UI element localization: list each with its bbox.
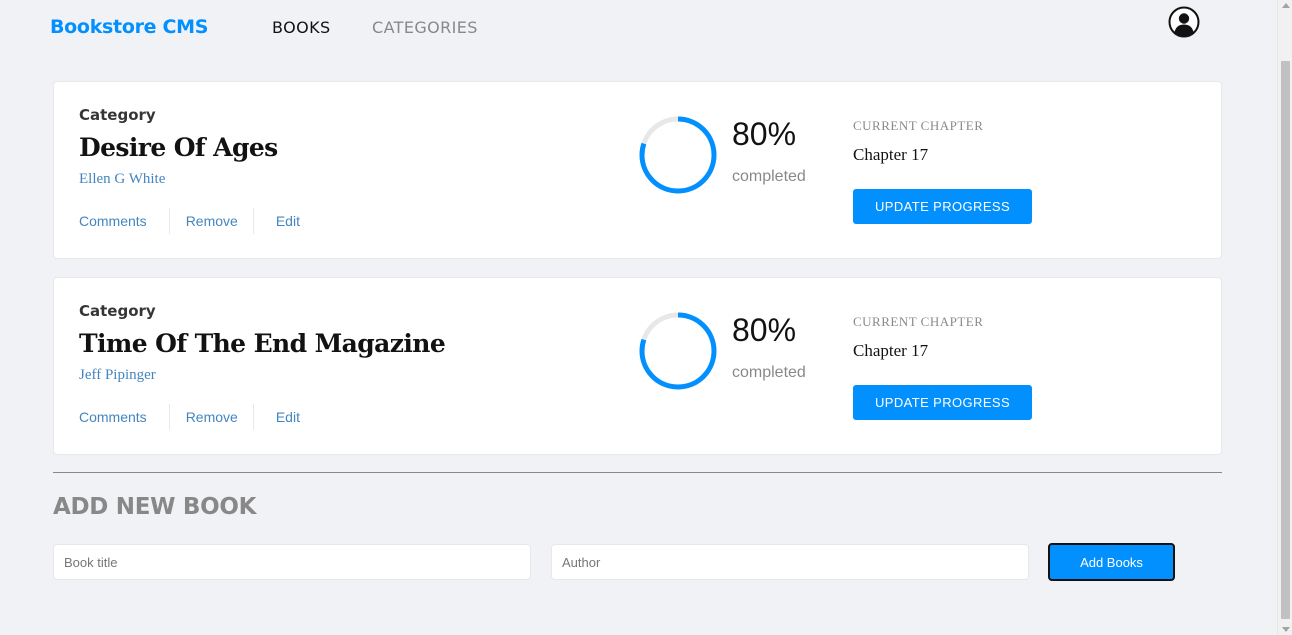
add-book-heading: ADD NEW BOOK xyxy=(53,494,257,520)
book-card: Category Time Of The End Magazine Jeff P… xyxy=(53,277,1222,455)
update-progress-button[interactable]: UPDATE PROGRESS xyxy=(853,189,1032,224)
action-divider xyxy=(252,208,254,234)
add-books-button[interactable]: Add Books xyxy=(1048,543,1175,581)
remove-button[interactable]: Remove xyxy=(186,213,238,229)
book-actions: Comments Remove Edit xyxy=(79,404,300,430)
section-divider xyxy=(53,472,1222,473)
edit-button[interactable]: Edit xyxy=(276,409,300,425)
current-chapter-label: CURRENT CHAPTER xyxy=(853,314,984,329)
current-chapter: Chapter 17 xyxy=(853,145,929,164)
completed-label: completed xyxy=(732,364,806,381)
book-category: Category xyxy=(79,302,156,320)
book-actions: Comments Remove Edit xyxy=(79,208,300,234)
current-chapter: Chapter 17 xyxy=(853,341,929,360)
book-author: Ellen G White xyxy=(79,171,166,187)
edit-button[interactable]: Edit xyxy=(276,213,300,229)
progress-percent: 80% xyxy=(732,116,797,152)
progress-ring xyxy=(639,312,717,390)
scroll-up-arrow-icon[interactable] xyxy=(1282,3,1290,8)
completed-label: completed xyxy=(732,168,806,185)
action-divider xyxy=(168,404,170,430)
book-title-input[interactable] xyxy=(53,544,531,580)
progress-percent: 80% xyxy=(732,312,797,348)
scrollbar-thumb[interactable] xyxy=(1281,61,1290,619)
brand-logo[interactable]: Bookstore CMS xyxy=(50,16,208,38)
book-category: Category xyxy=(79,106,156,124)
page: Bookstore CMS BOOKS CATEGORIES Category … xyxy=(0,0,1277,635)
vertical-scrollbar[interactable] xyxy=(1277,0,1292,635)
progress-ring xyxy=(639,116,717,194)
action-divider xyxy=(168,208,170,234)
book-author: Jeff Pipinger xyxy=(79,367,156,383)
comments-button[interactable]: Comments xyxy=(79,409,147,425)
author-input[interactable] xyxy=(551,544,1029,580)
remove-button[interactable]: Remove xyxy=(186,409,238,425)
nav-books-link[interactable]: BOOKS xyxy=(272,18,331,37)
nav-categories-link[interactable]: CATEGORIES xyxy=(372,18,478,37)
book-card: Category Desire Of Ages Ellen G White Co… xyxy=(53,81,1222,259)
book-title: Time Of The End Magazine xyxy=(79,329,446,358)
update-progress-button[interactable]: UPDATE PROGRESS xyxy=(853,385,1032,420)
current-chapter-label: CURRENT CHAPTER xyxy=(853,118,984,133)
book-title: Desire Of Ages xyxy=(79,133,278,162)
comments-button[interactable]: Comments xyxy=(79,213,147,229)
action-divider xyxy=(252,404,254,430)
scroll-down-arrow-icon[interactable] xyxy=(1282,627,1290,632)
user-avatar-icon[interactable] xyxy=(1168,6,1200,38)
